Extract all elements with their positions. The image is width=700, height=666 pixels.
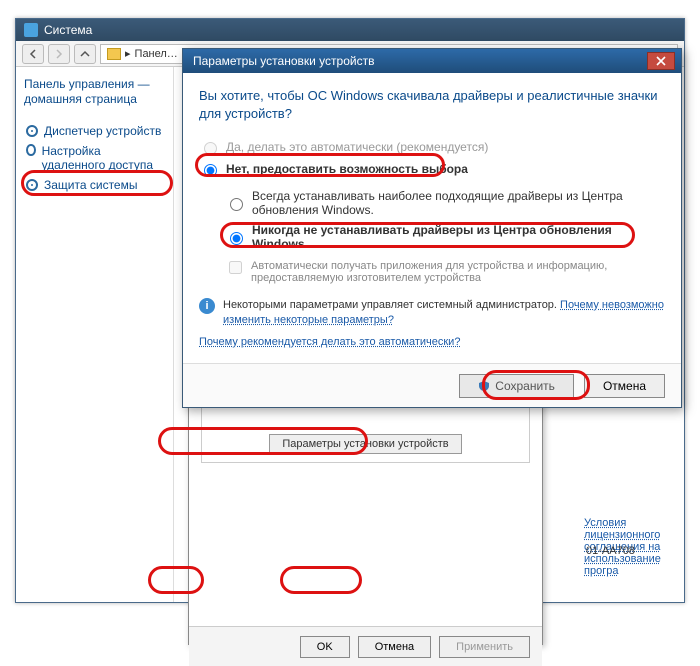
- radio-auto: [204, 142, 217, 155]
- system-window-title: Система: [44, 23, 92, 37]
- dialog-question: Вы хотите, чтобы ОС Windows скачивала др…: [199, 87, 665, 122]
- serial-text: 01-AA708: [586, 545, 635, 557]
- suboption-apps-label: Автоматически получать приложения для ус…: [251, 260, 665, 284]
- suboption-apps-checkbox: Автоматически получать приложения для ус…: [225, 260, 665, 284]
- suboption-always-label: Всегда устанавливать наиболее подходящие…: [252, 189, 665, 217]
- why-auto-link[interactable]: Почему рекомендуется делать это автомати…: [199, 336, 460, 348]
- close-icon: [656, 56, 666, 66]
- sidebar-heading[interactable]: Панель управления — домашняя страница: [24, 77, 165, 107]
- nav-up-button[interactable]: [74, 44, 96, 64]
- arrow-left-icon: [28, 49, 38, 59]
- suboption-always[interactable]: Всегда устанавливать наиболее подходящие…: [225, 186, 665, 220]
- radio-always[interactable]: [230, 198, 243, 211]
- option-no-label: Нет, предоставить возможность выбора: [226, 162, 468, 176]
- system-icon: [24, 23, 38, 37]
- ok-button[interactable]: OK: [300, 636, 350, 658]
- admin-info-text: Некоторыми параметрами управляет системн…: [223, 298, 665, 328]
- device-install-settings-button[interactable]: Параметры установки устройств: [269, 434, 461, 454]
- radio-no[interactable]: [204, 164, 217, 177]
- sidebar-item-label: Защита системы: [44, 178, 137, 192]
- arrow-up-icon: [80, 49, 90, 59]
- admin-info-msg: Некоторыми параметрами управляет системн…: [223, 299, 560, 311]
- shield-icon: [478, 380, 490, 392]
- dialog-body: Вы хотите, чтобы ОС Windows скачивала др…: [183, 73, 681, 362]
- suboption-never-label: Никогда не устанавливать драйверы из Цен…: [252, 223, 665, 251]
- gear-icon: [26, 179, 38, 191]
- gear-icon: [26, 125, 38, 137]
- dialog-title: Параметры установки устройств: [193, 54, 374, 68]
- option-auto-label: Да, делать это автоматически (рекомендуе…: [226, 140, 488, 154]
- cancel-button[interactable]: Отмена: [358, 636, 431, 658]
- option-auto: Да, делать это автоматически (рекомендуе…: [199, 136, 665, 158]
- apply-button[interactable]: Применить: [439, 636, 530, 658]
- nav-back-button[interactable]: [22, 44, 44, 64]
- sub-options: Всегда устанавливать наиболее подходящие…: [225, 186, 665, 284]
- nav-forward-button[interactable]: [48, 44, 70, 64]
- sidebar-item-label: Настройка удаленного доступа: [42, 144, 163, 172]
- option-no[interactable]: Нет, предоставить возможность выбора: [199, 158, 665, 180]
- arrow-right-icon: [54, 49, 64, 59]
- checkbox-apps: [229, 261, 242, 274]
- info-icon: i: [199, 298, 215, 314]
- sidebar-item-device-manager[interactable]: Диспетчер устройств: [24, 121, 165, 141]
- device-install-dialog-titlebar: Параметры установки устройств: [183, 49, 681, 73]
- save-button-label: Сохранить: [495, 379, 555, 393]
- system-window-titlebar: Система: [16, 19, 684, 41]
- dialog-cancel-button[interactable]: Отмена: [584, 374, 665, 398]
- admin-info: i Некоторыми параметрами управляет систе…: [199, 298, 665, 328]
- sidebar-item-remote[interactable]: Настройка удаленного доступа: [24, 141, 165, 175]
- radio-never[interactable]: [230, 232, 243, 245]
- folder-icon: [107, 48, 121, 60]
- sidebar: Панель управления — домашняя страница Ди…: [16, 67, 174, 602]
- save-button[interactable]: Сохранить: [459, 374, 574, 398]
- sidebar-item-system-protection[interactable]: Защита системы: [24, 175, 165, 195]
- close-button[interactable]: [647, 52, 675, 70]
- breadcrumb-item: Панел…: [135, 48, 178, 60]
- sidebar-item-label: Диспетчер устройств: [44, 124, 161, 138]
- suboption-never[interactable]: Никогда не устанавливать драйверы из Цен…: [225, 220, 665, 254]
- system-properties-footer: OK Отмена Применить: [189, 626, 542, 666]
- gear-icon: [26, 144, 36, 156]
- device-install-dialog: Параметры установки устройств Вы хотите,…: [182, 48, 682, 408]
- dialog-footer: Сохранить Отмена: [183, 363, 681, 407]
